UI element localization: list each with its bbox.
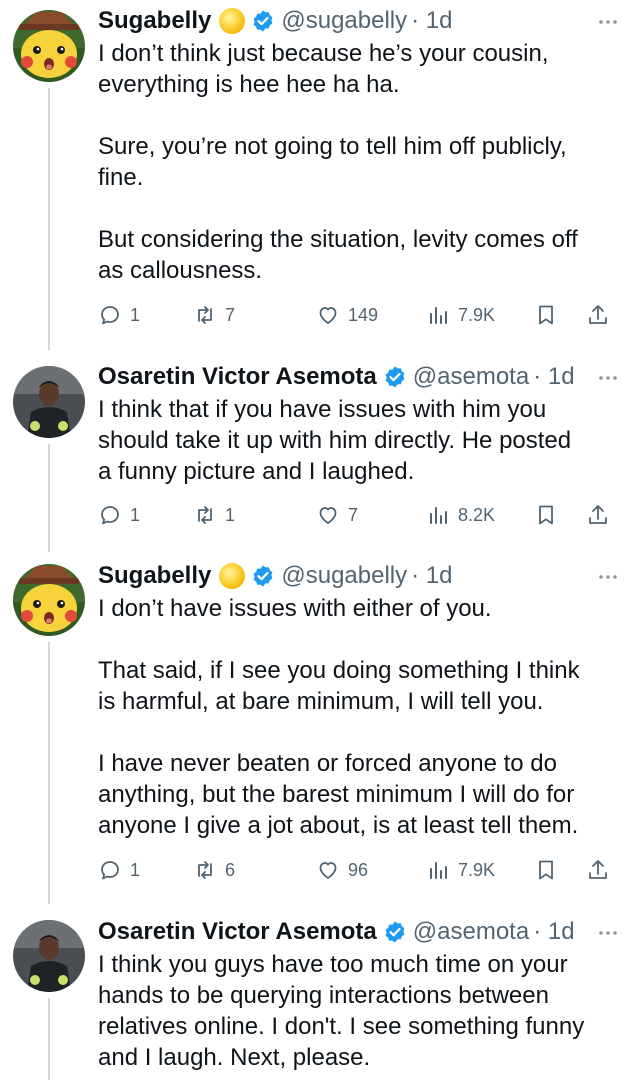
author-handle[interactable]: @asemota xyxy=(413,363,529,391)
bookmark-icon xyxy=(539,305,553,325)
verified-badge-icon xyxy=(385,921,405,943)
tweet-actions: 1 7 149 7.9K xyxy=(98,300,618,330)
author-name[interactable]: Osaretin Victor Asemota xyxy=(98,918,377,946)
views-button[interactable]: 7.9K xyxy=(426,300,495,330)
author-name[interactable]: Osaretin Victor Asemota xyxy=(98,363,377,391)
tweet-actions: 1 1 7 8.2K xyxy=(98,500,618,530)
thread-line xyxy=(48,88,50,350)
bookmark-icon xyxy=(539,860,553,880)
views-button[interactable]: 8.2K xyxy=(426,500,495,530)
tweet-header: Sugabelly @sugabelly · 1d xyxy=(98,4,620,38)
tweet-header: Osaretin Victor Asemota @asemota · 1d xyxy=(98,360,620,394)
pikachu-avatar[interactable] xyxy=(13,10,85,82)
share-button[interactable] xyxy=(586,500,610,530)
tweet-actions: 1 6 96 7.9K xyxy=(98,855,618,885)
reply-count: 1 xyxy=(130,504,141,525)
reply-button[interactable]: 1 xyxy=(98,500,140,530)
retweet-button[interactable]: 7 xyxy=(193,300,235,330)
retweet-button[interactable]: 1 xyxy=(193,500,235,530)
goalkeeper-avatar[interactable] xyxy=(13,920,85,992)
share-button[interactable] xyxy=(586,855,610,885)
bookmark-button[interactable] xyxy=(534,500,558,530)
views-count: 8.2K xyxy=(458,504,496,525)
tweet-header: Sugabelly @sugabelly · 1d xyxy=(98,559,620,593)
reply-button[interactable]: 1 xyxy=(98,300,140,330)
retweet-count: 1 xyxy=(225,504,236,525)
reply-icon xyxy=(101,506,119,525)
reply-icon xyxy=(101,306,119,325)
tweet-text: I think you guys have too much time on y… xyxy=(98,951,585,1071)
heart-icon xyxy=(319,507,337,524)
views-chart-icon xyxy=(430,307,447,324)
retweet-icon xyxy=(198,506,212,524)
author-handle[interactable]: @sugabelly xyxy=(281,562,407,590)
like-count: 149 xyxy=(348,304,379,325)
coin-emoji xyxy=(219,8,246,34)
views-button[interactable]: 7.9K xyxy=(426,855,495,885)
tweet-header: Osaretin Victor Asemota @asemota · 1d xyxy=(98,915,620,949)
reply-count: 1 xyxy=(130,304,141,325)
thread-line xyxy=(48,998,50,1080)
share-button[interactable] xyxy=(586,300,610,330)
tweet-time[interactable]: · 1d xyxy=(533,918,574,946)
views-chart-icon xyxy=(430,507,447,524)
more-options-icon[interactable] xyxy=(596,921,620,945)
bookmark-button[interactable] xyxy=(534,300,558,330)
tweet-text: I think that if you have issues with him… xyxy=(98,396,572,485)
thread-line xyxy=(48,444,50,552)
tweet-text: I don’t think just because he’s your cou… xyxy=(98,40,578,284)
more-options-icon[interactable] xyxy=(596,565,620,589)
author-name[interactable]: Sugabelly xyxy=(98,562,211,590)
bookmark-icon xyxy=(539,505,553,525)
thread-line xyxy=(48,642,50,904)
like-count: 7 xyxy=(348,504,359,525)
views-chart-icon xyxy=(430,862,447,879)
reply-icon xyxy=(101,861,119,880)
goalkeeper-avatar[interactable] xyxy=(13,366,85,438)
more-options-icon[interactable] xyxy=(596,10,620,34)
heart-icon xyxy=(319,307,337,324)
coin-emoji xyxy=(219,563,246,589)
reply-button[interactable]: 1 xyxy=(98,855,140,885)
like-count: 96 xyxy=(348,859,369,880)
like-button[interactable]: 149 xyxy=(316,300,378,330)
retweet-count: 6 xyxy=(225,859,236,880)
verified-badge-icon xyxy=(253,10,273,32)
tweet-time[interactable]: · 1d xyxy=(533,363,574,391)
bookmark-button[interactable] xyxy=(534,855,558,885)
share-icon xyxy=(589,860,607,879)
heart-icon xyxy=(319,862,337,879)
views-count: 7.9K xyxy=(458,304,496,325)
author-name[interactable]: Sugabelly xyxy=(98,7,211,35)
retweet-count: 7 xyxy=(225,304,236,325)
tweet-text: I don’t have issues with either of you. … xyxy=(98,595,580,839)
share-icon xyxy=(589,505,607,524)
reply-count: 1 xyxy=(130,859,141,880)
author-handle[interactable]: @asemota xyxy=(413,918,529,946)
author-handle[interactable]: @sugabelly xyxy=(281,7,407,35)
share-icon xyxy=(589,305,607,324)
retweet-icon xyxy=(198,861,212,879)
tweet-time[interactable]: · 1d xyxy=(411,562,452,590)
like-button[interactable]: 96 xyxy=(316,855,368,885)
pikachu-avatar[interactable] xyxy=(13,564,85,636)
verified-badge-icon xyxy=(385,366,405,388)
verified-badge-icon xyxy=(253,565,273,587)
retweet-icon xyxy=(198,306,212,324)
views-count: 7.9K xyxy=(458,859,496,880)
retweet-button[interactable]: 6 xyxy=(193,855,235,885)
more-options-icon[interactable] xyxy=(596,366,620,390)
like-button[interactable]: 7 xyxy=(316,500,358,530)
tweet-time[interactable]: · 1d xyxy=(411,7,452,35)
